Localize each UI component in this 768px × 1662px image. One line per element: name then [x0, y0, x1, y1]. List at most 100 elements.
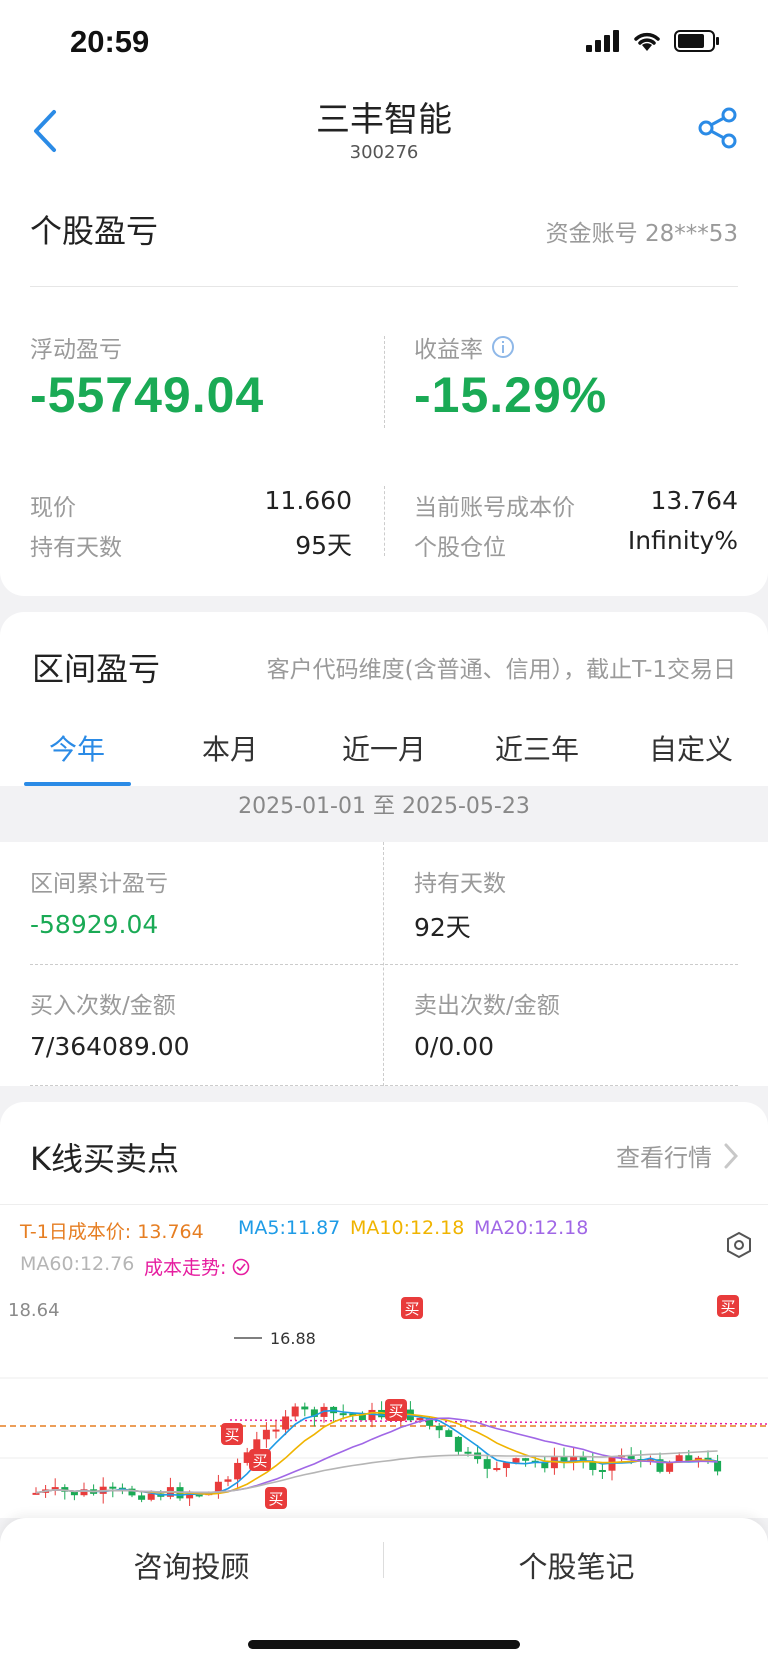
buy-value: 7/364089.00: [30, 1032, 190, 1061]
candle-body: [560, 1456, 568, 1462]
wifi-icon: [634, 32, 660, 51]
ma10-line: [35, 1411, 718, 1496]
stock-notes-button[interactable]: 个股笔记: [385, 1544, 768, 1586]
status-time: 20:59: [70, 24, 150, 59]
kline-chart[interactable]: 18.64 16.88 买买买买买买: [0, 1288, 768, 1518]
bottom-bar: 咨询投顾 个股笔记: [0, 1518, 768, 1662]
sell-value: 0/0.00: [414, 1032, 494, 1061]
candle-body: [512, 1458, 520, 1463]
buy-marker-label: 买: [388, 1402, 403, 1420]
weight-label: 个股仓位: [414, 535, 506, 561]
candle-body: [598, 1469, 606, 1472]
weight-value: Infinity%: [627, 526, 738, 555]
hold-days-label: 持有天数: [30, 535, 122, 561]
cum-pl-value: -58929.04: [30, 910, 159, 939]
tab-custom[interactable]: 自定义: [621, 728, 761, 768]
interval-hold-days-value: 92天: [414, 913, 471, 942]
candle-body: [282, 1416, 290, 1430]
floating-pl-value: -55749.04: [30, 367, 265, 423]
return-label: 收益率: [414, 330, 515, 364]
signal-icon: [586, 30, 619, 52]
check-circle-icon: [233, 1258, 250, 1275]
nav-header: 三丰智能 300276: [0, 80, 768, 176]
divider: [384, 486, 385, 556]
divider: [383, 1542, 384, 1578]
interval-title: 区间盈亏: [32, 650, 161, 688]
cost-trend-line: [229, 1419, 768, 1425]
view-quote-label: 查看行情: [616, 1144, 712, 1172]
account-label: 资金账号 28***53: [545, 221, 738, 247]
status-bar: 20:59: [0, 0, 768, 80]
y-max-label: 18.64: [8, 1300, 60, 1321]
candle-body: [464, 1451, 472, 1454]
tab-this-month[interactable]: 本月: [160, 728, 300, 768]
interval-tabs: 今年 本月 近一月 近三年 自定义: [0, 712, 768, 787]
interval-hold-days-label: 持有天数: [414, 871, 506, 897]
info-icon[interactable]: [491, 335, 515, 359]
cost-trend-toggle[interactable]: 成本走势:: [144, 1253, 250, 1280]
interval-card: 区间盈亏 客户代码维度(含普通、信用），截止T-1交易日: [0, 612, 768, 713]
status-icons: [586, 30, 720, 52]
buy-marker-label: 买: [224, 1426, 239, 1444]
position-title: 个股盈亏: [30, 212, 159, 250]
buy-label: 买入次数/金额: [30, 993, 176, 1019]
candle-body: [272, 1429, 280, 1432]
price-label: 现价: [30, 495, 76, 521]
candle-body: [416, 1417, 424, 1421]
kline-header-card: K线买卖点 查看行情: [0, 1102, 768, 1204]
divider: [30, 1085, 738, 1086]
tab-last-month[interactable]: 近一月: [314, 728, 454, 768]
candle-body: [234, 1462, 242, 1480]
candle-body: [291, 1406, 299, 1417]
candle-body: [138, 1495, 146, 1500]
buy-marker-label: 买: [252, 1452, 267, 1470]
candle-body: [224, 1479, 232, 1482]
candle-body: [666, 1462, 674, 1472]
cost-trend-label: 成本走势:: [144, 1257, 227, 1279]
candle-body: [483, 1459, 491, 1469]
buy-marker-label: 买: [404, 1300, 419, 1318]
share-icon[interactable]: [696, 106, 740, 150]
kline-legend: T-1日成本价: 13.764 MA5:11.87 MA10:12.18 MA2…: [0, 1204, 768, 1290]
buy-marker-label: 买: [720, 1298, 735, 1316]
sell-label: 卖出次数/金额: [414, 993, 560, 1019]
battery-icon: [674, 30, 719, 52]
candle-body: [301, 1406, 309, 1410]
divider: [30, 286, 738, 287]
date-range: 2025-01-01 至 2025-05-23: [0, 786, 768, 842]
divider: [384, 336, 385, 428]
ma5-legend: MA5:11.87: [238, 1217, 341, 1239]
price-value: 11.660: [264, 486, 352, 515]
consult-advisor-button[interactable]: 咨询投顾: [0, 1544, 383, 1586]
home-indicator: [248, 1640, 520, 1649]
candle-body: [70, 1491, 78, 1496]
return-label-text: 收益率: [414, 337, 483, 363]
tab-this-year[interactable]: 今年: [7, 728, 147, 768]
floating-pl-label: 浮动盈亏: [30, 337, 122, 363]
candle-body: [147, 1493, 155, 1500]
ma20-legend: MA20:12.18: [474, 1217, 589, 1239]
cost-legend: T-1日成本价: 13.764: [20, 1221, 204, 1243]
tab-last-three-years[interactable]: 近三年: [467, 728, 607, 768]
candle-body: [502, 1462, 510, 1469]
kline-title: K线买卖点: [30, 1140, 179, 1178]
candle-body: [262, 1429, 270, 1440]
candle-body: [445, 1430, 453, 1437]
candle-body: [109, 1486, 117, 1489]
candle-body: [339, 1413, 347, 1416]
view-quote-link[interactable]: 查看行情: [616, 1138, 738, 1173]
ma10-legend: MA10:12.18: [350, 1217, 465, 1239]
candle-body: [454, 1436, 462, 1452]
position-card: 个股盈亏 资金账号 28***53 浮动盈亏 -55749.04 收益率 -15…: [0, 176, 768, 596]
stock-code: 300276: [349, 142, 419, 163]
peak-label: 16.88: [270, 1329, 316, 1348]
chevron-right-icon: [724, 1143, 738, 1168]
hold-days-value: 95天: [295, 531, 352, 560]
cost-label: 当前账号成本价: [414, 495, 575, 521]
settings-hexagon-icon[interactable]: [726, 1231, 752, 1259]
interval-stats: 区间累计盈亏 -58929.04 持有天数 92天 买入次数/金额 7/3640…: [0, 842, 768, 1086]
interval-note: 客户代码维度(含普通、信用），截止T-1交易日: [266, 657, 736, 683]
stock-name: 三丰智能: [316, 100, 452, 140]
divider: [30, 964, 738, 965]
kline-svg: 16.88买买买买买买: [0, 1295, 768, 1509]
